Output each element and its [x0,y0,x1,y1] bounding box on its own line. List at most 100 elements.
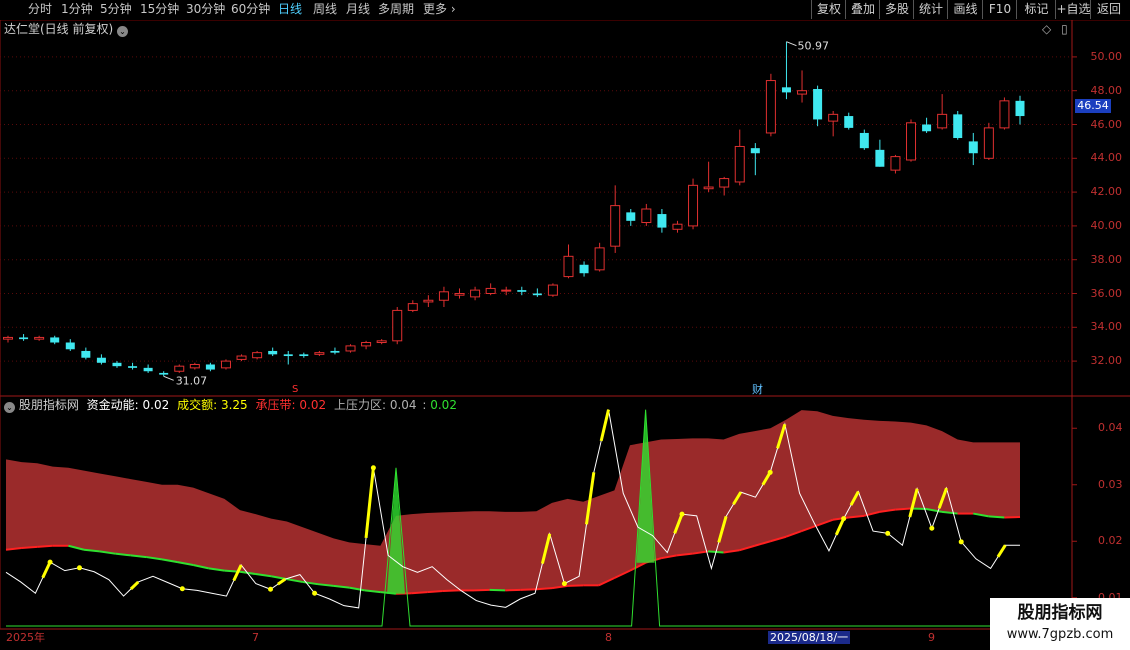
candle-body-up [501,289,512,292]
candle-body-down [626,212,636,221]
inflow-highlight [364,467,375,539]
candle-body-up [314,352,325,355]
signal-dot [76,565,82,571]
support-line [489,588,506,592]
low-annotation-arrow [163,375,174,381]
inflow-highlight [277,577,287,586]
candle-body-down [128,366,138,368]
candle-body-up [423,299,434,303]
candle-body-up [641,208,652,224]
sylq-label: 上压力区: [333,398,386,412]
support-line [520,588,537,591]
pressure-band [6,410,1020,594]
support-line [442,589,459,592]
date-label-year: 2025年 [6,631,45,644]
support-line [1004,515,1021,519]
candle-body-up [252,352,263,359]
sylq-value: 0.04 [389,398,417,412]
candle-body-up [392,309,403,342]
support-line [895,507,911,511]
watermark-url: www.7gpzb.com [1006,627,1114,642]
indicator-scale-label: 0.04 [1098,421,1123,435]
candle-body-down [517,290,527,292]
support-line [567,584,584,587]
candle-body-up [906,122,917,161]
candle-body-down [875,149,885,167]
candle-body-up [407,303,418,311]
high-annotation: 50.97 [797,40,829,53]
signal-dot [679,511,685,517]
signal-dot [767,469,773,475]
candle-body-up [999,100,1010,129]
price-label: 48.00 [1090,83,1123,97]
candle-body-up [688,184,699,227]
candle-body-down [579,264,589,274]
support-line [505,588,521,592]
signal-dot [370,465,376,471]
cje-value: 3.25 [220,398,248,412]
date-label-9: 9 [928,631,935,644]
support-line [411,591,428,595]
candle-body-up [594,247,605,271]
signal-s-marker: S [292,384,298,395]
candle-body-down [205,364,215,370]
candle-body-up [485,287,496,294]
current-price-badge: 46.54 [1075,99,1111,113]
candle-body-down [532,293,542,296]
price-label: 50.00 [1090,49,1123,63]
candle-body-up [765,80,776,134]
inflow-highlight [996,544,1007,558]
signal-dot [312,590,318,596]
signal-dot [561,581,567,587]
support-line [427,589,443,594]
zjdn-value: 0.02 [142,398,170,412]
candle-body-up [376,340,387,344]
inflow-highlight [599,409,610,442]
candlestick-chart[interactable]: 50.97 31.07 S 财 [0,0,1130,650]
candle-body-up [189,363,200,369]
candle-body-up [828,113,839,122]
candle-body-up [547,284,558,296]
watermark-title: 股朋指标网 [1017,603,1103,623]
indicator-title: ⌄ 股朋指标网 资金动能: 0.02 成交额: 3.25 承压带: 0.02 上… [4,398,457,413]
chevron-down-icon[interactable]: ⌄ [4,402,15,413]
cyd-label: 承压带: [255,398,296,412]
candle-body-down [65,342,75,350]
candle-body-up [174,365,185,372]
finance-marker: 财 [752,382,763,396]
candle-body-up [3,336,13,340]
low-annotation: 31.07 [176,374,208,387]
indicator-name: 股朋指标网 [18,398,79,412]
support-line [473,588,490,592]
candle-body-up [890,156,901,171]
candle-body-down [859,132,869,149]
candle-body-up [345,345,356,352]
candle-body-up [734,145,745,183]
signal-dot [885,530,891,536]
candle-body-up [797,90,808,95]
signal-dot [179,586,185,592]
support-line [21,545,38,550]
price-label: 42.00 [1090,185,1123,199]
candle-body-up [610,205,621,247]
candle-body-up [672,223,683,230]
candle-body-down [657,214,667,228]
candle-body-down [922,124,932,132]
candle-body-up [470,289,481,298]
last-value: 0.02 [430,398,457,412]
indicator-scale-label: 0.02 [1098,534,1123,548]
candle-body-down [953,114,963,139]
candle-body-up [34,336,45,340]
signal-dot [47,559,53,565]
candle-body-up [703,186,714,190]
candle-body-down [781,87,791,93]
candle-body-down [283,354,293,357]
inflow-highlight [129,580,140,591]
candle-body-down [143,367,153,372]
price-label: 44.00 [1090,151,1123,165]
candle-body-up [220,360,231,369]
candle-body-down [159,372,169,375]
candle-body-down [968,141,978,154]
candle-body-down [19,337,29,340]
price-label: 32.00 [1090,354,1123,368]
